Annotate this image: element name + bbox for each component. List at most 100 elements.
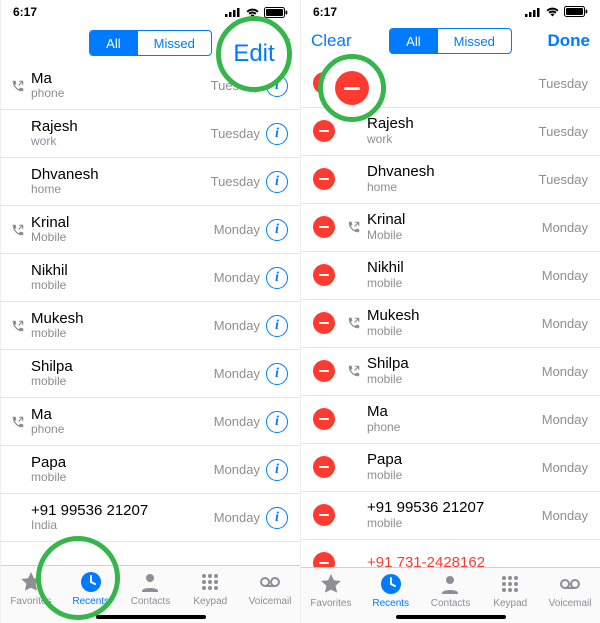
- call-row[interactable]: +91 99536 21207IndiaMondayi: [1, 494, 300, 542]
- delete-row-button[interactable]: [313, 552, 335, 567]
- tab-label: Contacts: [431, 598, 470, 609]
- delete-row-button[interactable]: [313, 312, 335, 334]
- nav-bar: Clear All Missed Done: [301, 23, 600, 60]
- edit-button[interactable]: Edit: [240, 33, 290, 53]
- call-row[interactable]: DhvaneshhomeTuesdayi: [1, 158, 300, 206]
- tab-contacts[interactable]: Contacts: [421, 572, 481, 609]
- seg-all[interactable]: All: [390, 29, 436, 53]
- call-row[interactable]: MaphoneMondayi: [1, 398, 300, 446]
- call-name-block: KrinalMobile: [31, 215, 208, 245]
- tab-label: Favorites: [310, 598, 351, 609]
- tab-voicemail[interactable]: Voicemail: [540, 572, 600, 609]
- call-row[interactable]: PapamobileMondayi: [1, 446, 300, 494]
- call-name: Ma: [367, 404, 536, 421]
- call-row-editing[interactable]: +91 731-2428162: [301, 540, 600, 567]
- call-row[interactable]: KrinalMobileMondayi: [1, 206, 300, 254]
- star-icon: [319, 572, 343, 596]
- status-bar: 6:17: [301, 0, 600, 23]
- call-name: Mukesh: [367, 308, 536, 325]
- tab-keypad[interactable]: Keypad: [480, 572, 540, 609]
- call-row-editing[interactable]: ShilpamobileMonday: [301, 348, 600, 396]
- info-button[interactable]: i: [266, 363, 288, 385]
- call-row-editing[interactable]: DhvaneshhomeTuesday: [301, 156, 600, 204]
- call-date: Monday: [542, 508, 588, 523]
- tab-voicemail[interactable]: Voicemail: [240, 570, 300, 607]
- tab-favorites[interactable]: Favorites: [301, 572, 361, 609]
- call-row-editing[interactable]: NikhilmobileMonday: [301, 252, 600, 300]
- seg-missed[interactable]: Missed: [137, 31, 211, 55]
- info-button[interactable]: i: [266, 459, 288, 481]
- call-label: home: [31, 183, 205, 196]
- signal-icon: [525, 7, 541, 17]
- call-label: India: [31, 519, 208, 532]
- info-button[interactable]: i: [266, 75, 288, 97]
- delete-row-button[interactable]: [313, 168, 335, 190]
- tab-bar: Favorites Recents Contacts Keypad Voicem…: [1, 565, 300, 623]
- info-button[interactable]: i: [266, 171, 288, 193]
- clear-button[interactable]: Clear: [311, 31, 361, 51]
- seg-all[interactable]: All: [90, 31, 136, 55]
- call-date: Tuesday: [539, 76, 588, 91]
- call-row[interactable]: MukeshmobileMondayi: [1, 302, 300, 350]
- call-row[interactable]: RajeshworkTuesdayi: [1, 110, 300, 158]
- call-label: mobile: [367, 373, 536, 386]
- call-date: Monday: [542, 268, 588, 283]
- delete-row-button[interactable]: [313, 504, 335, 526]
- info-button[interactable]: i: [266, 267, 288, 289]
- phone-left: 6:17 All Missed Edit MaphoneTuesdayiRaje…: [0, 0, 300, 623]
- delete-row-button[interactable]: [313, 360, 335, 382]
- call-name: Dhvanesh: [367, 164, 533, 181]
- segmented-control[interactable]: All Missed: [89, 30, 212, 56]
- call-row[interactable]: MaphoneTuesdayi: [1, 62, 300, 110]
- seg-missed[interactable]: Missed: [437, 29, 511, 53]
- call-row-editing[interactable]: MaphoneMonday: [301, 396, 600, 444]
- recents-list-editing[interactable]: labileTuesdayRajeshworkTuesdayDhvaneshho…: [301, 60, 600, 567]
- tab-keypad[interactable]: Keypad: [180, 570, 240, 607]
- call-row-editing[interactable]: labileTuesday: [301, 60, 600, 108]
- call-row-editing[interactable]: +91 99536 21207mobileMonday: [301, 492, 600, 540]
- call-label: mobile: [367, 277, 536, 290]
- call-row-editing[interactable]: PapamobileMonday: [301, 444, 600, 492]
- call-name: Rajesh: [31, 119, 205, 136]
- status-time: 6:17: [313, 5, 337, 19]
- battery-icon: [564, 6, 588, 17]
- outgoing-call-icon: [347, 364, 361, 378]
- call-row[interactable]: NikhilmobileMondayi: [1, 254, 300, 302]
- done-button[interactable]: Done: [540, 31, 590, 51]
- delete-row-button[interactable]: [313, 264, 335, 286]
- home-indicator[interactable]: [96, 615, 206, 619]
- call-date: Monday: [542, 412, 588, 427]
- home-indicator[interactable]: [396, 615, 506, 619]
- recents-list[interactable]: MaphoneTuesdayiRajeshworkTuesdayiDhvanes…: [1, 62, 300, 565]
- call-label: Mobile: [31, 231, 208, 244]
- call-row[interactable]: ShilpamobileMondayi: [1, 350, 300, 398]
- info-button[interactable]: i: [266, 507, 288, 529]
- outgoing-indicator: [9, 79, 27, 93]
- segmented-control[interactable]: All Missed: [389, 28, 512, 54]
- delete-row-button[interactable]: [313, 456, 335, 478]
- info-button[interactable]: i: [266, 411, 288, 433]
- call-date: Monday: [214, 270, 260, 285]
- call-row-editing[interactable]: KrinalMobileMonday: [301, 204, 600, 252]
- info-button[interactable]: i: [266, 315, 288, 337]
- call-name-block: +91 731-2428162: [367, 555, 582, 567]
- call-name: Dhvanesh: [31, 167, 205, 184]
- outgoing-call-icon: [347, 220, 361, 234]
- tab-recents[interactable]: Recents: [61, 570, 121, 607]
- tab-recents[interactable]: Recents: [361, 572, 421, 609]
- delete-row-button[interactable]: [313, 72, 335, 94]
- call-name: Ma: [31, 407, 208, 424]
- call-label: mobile: [31, 279, 208, 292]
- delete-row-button[interactable]: [313, 120, 335, 142]
- tab-favorites[interactable]: Favorites: [1, 570, 61, 607]
- call-name: Mukesh: [31, 311, 208, 328]
- call-row-editing[interactable]: MukeshmobileMonday: [301, 300, 600, 348]
- outgoing-indicator: [9, 223, 27, 237]
- tab-contacts[interactable]: Contacts: [121, 570, 181, 607]
- delete-row-button[interactable]: [313, 408, 335, 430]
- info-button[interactable]: i: [266, 219, 288, 241]
- call-row-editing[interactable]: RajeshworkTuesday: [301, 108, 600, 156]
- info-button[interactable]: i: [266, 123, 288, 145]
- call-date: Monday: [542, 220, 588, 235]
- delete-row-button[interactable]: [313, 216, 335, 238]
